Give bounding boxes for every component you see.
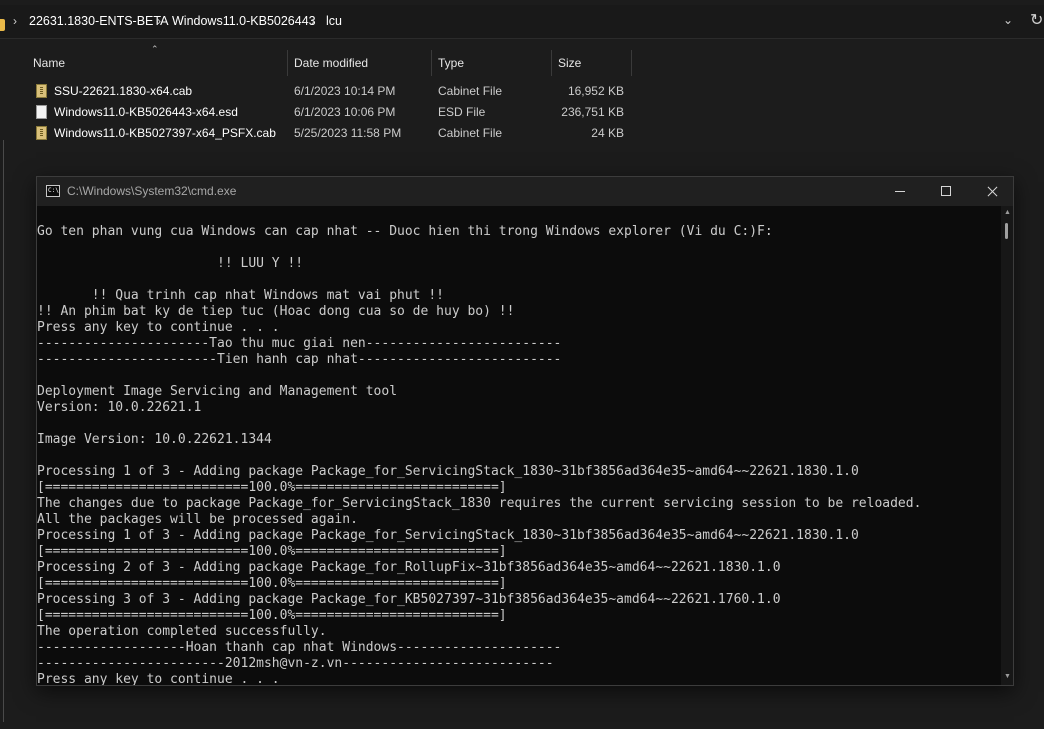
file-name: SSU-22621.1830-x64.cab <box>54 84 193 98</box>
scroll-down-arrow-icon[interactable]: ▼ <box>1004 673 1011 680</box>
cmd-window-title: C:\Windows\System32\cmd.exe <box>67 184 237 198</box>
chevron-right-icon: › <box>13 14 17 28</box>
file-size: 236,751 KB <box>561 105 624 119</box>
column-header-name[interactable]: Name <box>33 56 65 70</box>
console-line: Go ten phan vung cua Windows can cap nha… <box>37 224 773 239</box>
column-header-type[interactable]: Type <box>438 56 464 70</box>
file-row[interactable]: SSU-22621.1830-x64.cab 6/1/2023 10:14 PM… <box>0 81 700 102</box>
console-scrollbar[interactable]: ▲ ▼ <box>1001 206 1013 685</box>
chevron-right-icon: › <box>311 14 315 28</box>
column-divider[interactable] <box>631 50 632 76</box>
file-size: 24 KB <box>591 126 624 140</box>
console-line: Version: 10.0.22621.1 <box>37 400 202 415</box>
column-divider[interactable] <box>551 50 552 76</box>
console-line: Processing 2 of 3 - Adding package Packa… <box>37 560 781 575</box>
minimize-button[interactable] <box>877 177 923 206</box>
console-line: ----------------------Tao thu muc giai n… <box>37 336 562 351</box>
cmd-title-bar[interactable]: C:\ C:\Windows\System32\cmd.exe <box>37 177 1013 206</box>
file-name: Windows11.0-KB5027397-x64_PSFX.cab <box>54 126 276 140</box>
column-divider[interactable] <box>287 50 288 76</box>
console-line: The operation completed successfully. <box>37 624 327 639</box>
column-header-size[interactable]: Size <box>558 56 581 70</box>
breadcrumb-item-lcu[interactable]: lcu <box>326 14 342 28</box>
console-line: -----------------------Tien hanh cap nha… <box>37 352 562 367</box>
console-line: Deployment Image Servicing and Managemen… <box>37 384 398 399</box>
console-line: [==========================100.0%=======… <box>37 480 507 495</box>
console-line: The changes due to package Package_for_S… <box>37 496 922 511</box>
breadcrumb-item-kb[interactable]: Windows11.0-KB5026443 <box>172 14 316 28</box>
console-line: [==========================100.0%=======… <box>37 608 507 623</box>
console-line: Image Version: 10.0.22621.1344 <box>37 432 272 447</box>
console-line: [==========================100.0%=======… <box>37 576 507 591</box>
console-line: Processing 1 of 3 - Adding package Packa… <box>37 464 859 479</box>
scroll-up-arrow-icon[interactable]: ▲ <box>1004 209 1011 216</box>
console-line: !! Qua trinh cap nhat Windows mat vai ph… <box>37 288 444 303</box>
file-row[interactable]: Windows11.0-KB5026443-x64.esd 6/1/2023 1… <box>0 102 700 123</box>
console-line: ------------------------2012msh@vn-z.vn-… <box>37 656 554 671</box>
console-line: -------------------Hoan thanh cap nhat W… <box>37 640 562 655</box>
cmd-window[interactable]: C:\ C:\Windows\System32\cmd.exe Go ten p… <box>36 176 1014 686</box>
file-row[interactable]: Windows11.0-KB5027397-x64_PSFX.cab 5/25/… <box>0 123 700 144</box>
file-name: Windows11.0-KB5026443-x64.esd <box>54 105 238 119</box>
scrollbar-thumb[interactable] <box>1005 223 1008 239</box>
file-date: 6/1/2023 10:14 PM <box>294 84 396 98</box>
column-divider[interactable] <box>431 50 432 76</box>
chevron-right-icon: › <box>157 14 161 28</box>
file-type: Cabinet File <box>438 126 503 140</box>
console-output[interactable]: Go ten phan vung cua Windows can cap nha… <box>37 206 1001 685</box>
chevron-down-icon[interactable]: ⌄ <box>1003 13 1017 27</box>
console-line: All the packages will be processed again… <box>37 512 358 527</box>
sort-ascending-icon: ⌃ <box>151 44 159 54</box>
address-bar[interactable]: › 22631.1830-ENTS-BETA › Windows11.0-KB5… <box>0 5 1044 39</box>
breadcrumb-item-build[interactable]: 22631.1830-ENTS-BETA <box>29 14 168 28</box>
console-line: Press any key to continue . . . <box>37 320 280 335</box>
refresh-icon[interactable]: ↻ <box>1030 10 1044 29</box>
navigation-pane-border <box>3 140 4 722</box>
console-line: Processing 1 of 3 - Adding package Packa… <box>37 528 859 543</box>
console-text: Go ten phan vung cua Windows can cap nha… <box>37 224 921 685</box>
file-date: 5/25/2023 11:58 PM <box>294 126 402 140</box>
maximize-button[interactable] <box>923 177 969 206</box>
file-date: 6/1/2023 10:06 PM <box>294 105 396 119</box>
folder-icon <box>0 19 5 31</box>
cabinet-file-icon <box>36 126 47 140</box>
close-button[interactable] <box>969 177 1015 206</box>
file-type: Cabinet File <box>438 84 503 98</box>
command-prompt-icon: C:\ <box>46 185 60 197</box>
console-line: Processing 3 of 3 - Adding package Packa… <box>37 592 781 607</box>
console-line: Press any key to continue . . . <box>37 672 280 685</box>
column-header-date[interactable]: Date modified <box>294 56 368 70</box>
file-size: 16,952 KB <box>567 84 624 98</box>
console-line: !! An phim bat ky de tiep tuc (Hoac dong… <box>37 304 515 319</box>
console-line: !! LUU Y !! <box>37 256 304 271</box>
document-file-icon <box>36 105 47 119</box>
console-line: [==========================100.0%=======… <box>37 544 507 559</box>
file-type: ESD File <box>438 105 486 119</box>
cabinet-file-icon <box>36 84 47 98</box>
